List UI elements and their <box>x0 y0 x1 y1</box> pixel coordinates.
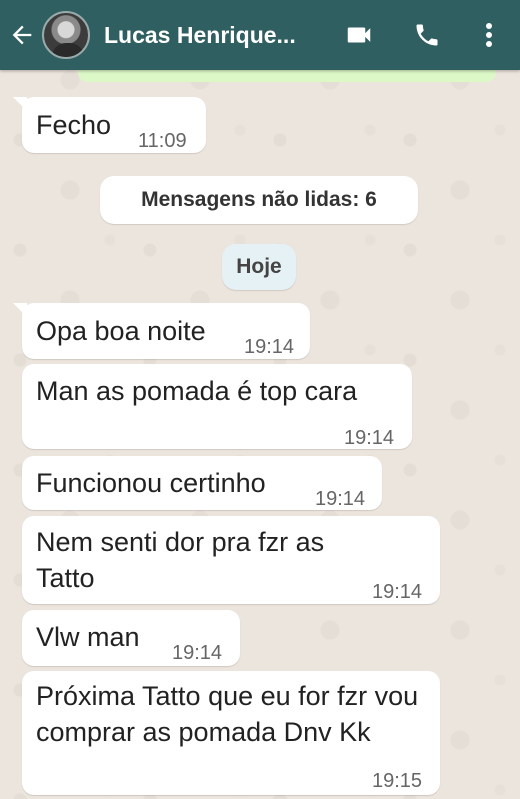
incoming-message[interactable]: Nem senti dor pra fzr as Tatto 19:14 <box>22 516 440 604</box>
message-time: 19:15 <box>372 770 423 792</box>
message-text: Fecho <box>36 110 112 140</box>
message-time: 19:14 <box>315 488 366 510</box>
incoming-message[interactable]: Funcionou certinho 19:14 <box>22 456 382 510</box>
video-call-icon[interactable] <box>336 12 382 58</box>
chat-header: Lucas Henrique... <box>0 0 520 70</box>
message-text: Opa boa noite <box>36 316 206 346</box>
message-text: Funcionou certinho <box>36 468 266 498</box>
unread-messages-banner: Mensagens não lidas: 6 <box>100 176 418 224</box>
incoming-message[interactable]: Vlw man 19:14 <box>22 610 240 666</box>
message-text: Próxima Tatto que eu for fzr vou comprar… <box>36 681 419 747</box>
message-time: 19:14 <box>344 427 395 449</box>
day-separator: Hoje <box>222 244 296 290</box>
message-time: 19:14 <box>172 642 223 664</box>
message-time: 11:09 <box>138 130 187 152</box>
message-time: 19:14 <box>372 581 423 603</box>
contact-name[interactable]: Lucas Henrique... <box>104 22 314 49</box>
incoming-message[interactable]: Próxima Tatto que eu for fzr vou comprar… <box>22 671 440 795</box>
arrow-left-icon[interactable] <box>2 0 42 70</box>
incoming-message[interactable]: Opa boa noite 19:14 <box>13 303 310 359</box>
message-text: Vlw man <box>36 622 140 652</box>
message-text: Nem senti dor pra fzr as Tatto <box>36 527 325 593</box>
incoming-message[interactable]: Man as pomada é top cara 19:14 <box>22 364 412 449</box>
phone-icon[interactable] <box>404 12 450 58</box>
more-vertical-icon[interactable] <box>466 12 512 58</box>
message-text: Man as pomada é top cara <box>36 376 358 406</box>
incoming-message[interactable]: Fecho 11:09 <box>13 97 206 153</box>
day-separator-text: Hoje <box>236 255 282 278</box>
avatar[interactable] <box>42 11 90 59</box>
unread-banner-text: Mensagens não lidas: 6 <box>141 188 377 211</box>
message-time: 19:14 <box>244 336 295 358</box>
